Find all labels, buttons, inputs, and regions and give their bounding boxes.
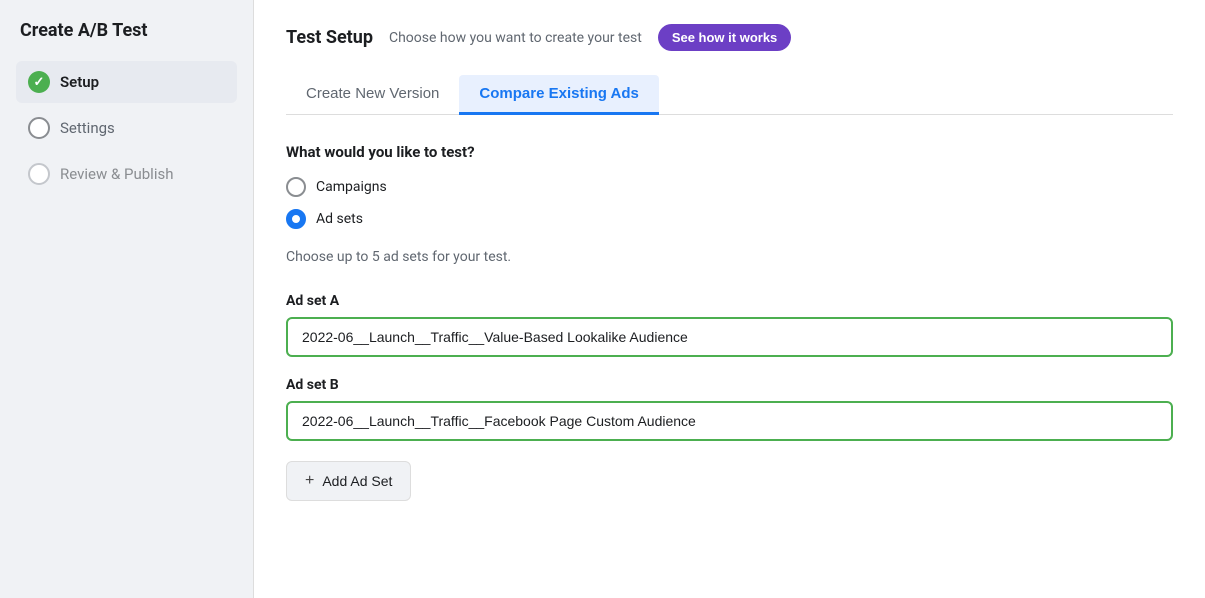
review-circle-icon (28, 163, 50, 185)
adset-a-label: Ad set A (286, 293, 1173, 309)
radio-group: Campaigns Ad sets (286, 177, 1173, 229)
sidebar: Create A/B Test Setup Settings Review & … (0, 0, 254, 598)
sidebar-item-review-publish[interactable]: Review & Publish (16, 153, 237, 195)
add-adset-label: Add Ad Set (322, 473, 392, 489)
sidebar-item-review-label: Review & Publish (60, 165, 173, 183)
test-setup-header: Test Setup Choose how you want to create… (286, 24, 1173, 51)
tabs-container: Create New Version Compare Existing Ads (286, 75, 1173, 115)
radio-campaigns-label: Campaigns (316, 179, 387, 195)
main-content: Test Setup Choose how you want to create… (254, 0, 1205, 598)
sidebar-item-setup[interactable]: Setup (16, 61, 237, 103)
test-question: What would you like to test? (286, 143, 1173, 161)
setup-check-icon (28, 71, 50, 93)
hint-text: Choose up to 5 ad sets for your test. (286, 249, 1173, 265)
adset-a-section: Ad set A (286, 293, 1173, 357)
plus-icon: + (305, 472, 314, 490)
radio-item-adsets[interactable]: Ad sets (286, 209, 1173, 229)
radio-item-campaigns[interactable]: Campaigns (286, 177, 1173, 197)
radio-adsets-label: Ad sets (316, 211, 363, 227)
sidebar-item-settings[interactable]: Settings (16, 107, 237, 149)
adset-b-input[interactable] (286, 401, 1173, 441)
radio-adsets-circle (286, 209, 306, 229)
radio-campaigns-circle (286, 177, 306, 197)
sidebar-title: Create A/B Test (16, 20, 237, 41)
see-how-button[interactable]: See how it works (658, 24, 791, 51)
tab-create-new-version[interactable]: Create New Version (286, 75, 459, 115)
test-setup-title: Test Setup (286, 27, 373, 48)
sidebar-item-settings-label: Settings (60, 119, 115, 137)
adset-b-section: Ad set B (286, 377, 1173, 441)
test-setup-subtitle: Choose how you want to create your test (389, 30, 642, 46)
sidebar-item-setup-label: Setup (60, 73, 99, 91)
tab-compare-existing-ads[interactable]: Compare Existing Ads (459, 75, 658, 115)
add-adset-button[interactable]: + Add Ad Set (286, 461, 411, 501)
adset-a-input[interactable] (286, 317, 1173, 357)
settings-circle-icon (28, 117, 50, 139)
adset-b-label: Ad set B (286, 377, 1173, 393)
